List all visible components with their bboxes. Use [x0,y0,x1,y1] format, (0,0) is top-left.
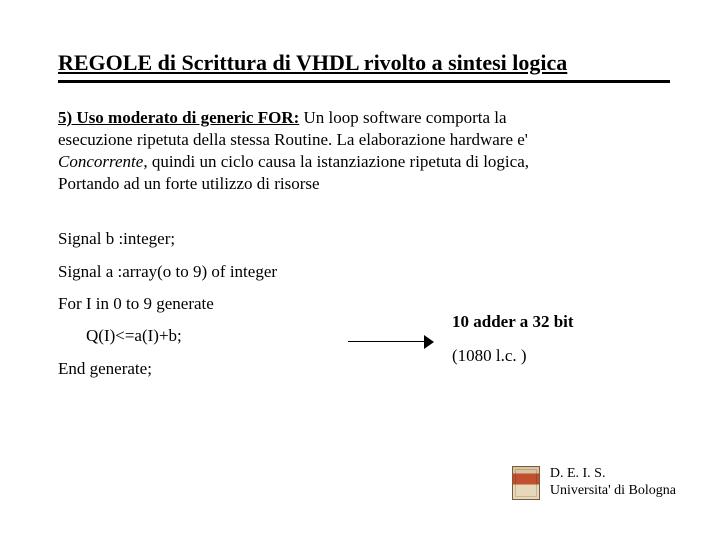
concorrente-word: Concorrente [58,152,143,171]
para-text-1: Un loop software comporta la [299,108,506,127]
code-line-1: Signal b :integer; [58,223,670,255]
slide-content: REGOLE di Scrittura di VHDL rivolto a si… [0,0,720,385]
code-line-2: Signal a :array(o to 9) of integer [58,256,670,288]
arrow-icon [348,335,434,351]
footer-line-1: D. E. I. S. [550,466,676,483]
result-column: 10 adder a 32 bit (1080 l.c. ) [452,312,574,366]
para-text-4: Portando ad un forte utilizzo di risorse [58,174,320,193]
para-text-2: esecuzione ripetuta della stessa Routine… [58,130,528,149]
slide-title: REGOLE di Scrittura di VHDL rivolto a si… [58,50,670,83]
para-text-3: , quindi un ciclo causa la istanziazione… [143,152,529,171]
code-line-3: For I in 0 to 9 generate [58,288,670,320]
code-block: Signal b :integer; Signal a :array(o to … [58,223,670,384]
main-paragraph: 5) Uso moderato di generic FOR: Un loop … [58,107,670,195]
footer: D. E. I. S. Universita' di Bologna [512,466,676,500]
footer-text: D. E. I. S. Universita' di Bologna [550,466,676,500]
code-line-5: End generate; [58,353,670,385]
adders-text: 10 adder a 32 bit [452,312,574,332]
rule-heading: 5) Uso moderato di generic FOR: [58,108,299,127]
footer-line-2: Universita' di Bologna [550,483,676,500]
university-crest-icon [512,466,540,500]
logic-cells-text: (1080 l.c. ) [452,346,574,366]
